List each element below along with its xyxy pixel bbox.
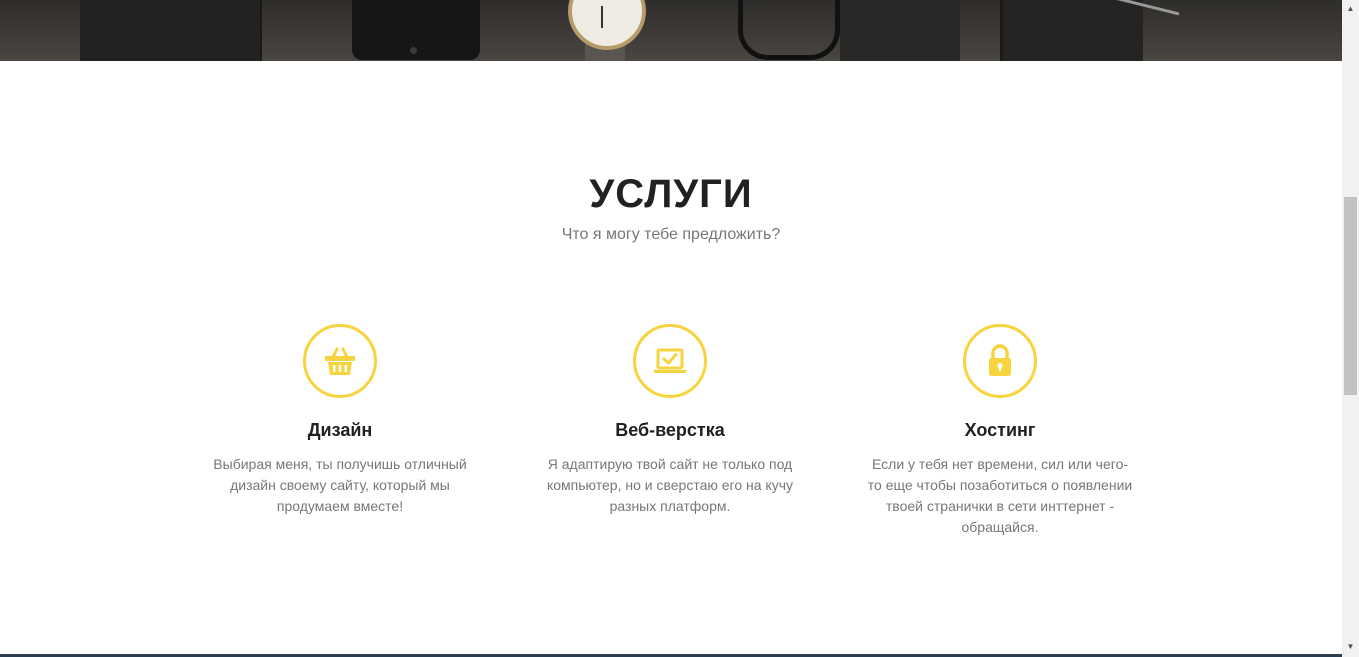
service-description: Я адаптирую твой сайт не только под комп… [546,456,793,514]
service-card-design: Дизайн Выбирая меня, ты получишь отличны… [175,324,505,517]
service-title: Дизайн [307,420,373,440]
hero-notebook-image [840,0,960,61]
basket-icon [303,324,377,398]
service-description: Выбирая меня, ты получишь отличный дизай… [213,456,467,514]
page: УСЛУГИ Что я могу тебе предложить? Дизай… [0,0,1359,657]
hero-watch-image [568,0,646,50]
services-title: УСЛУГИ [589,172,753,216]
hero-phone-camera [410,47,417,54]
hero-photo-strip [0,0,1342,61]
hero-glasses-image [738,0,840,60]
hero-watch-hand [601,6,603,28]
scrollbar-thumb[interactable] [1344,197,1357,395]
service-title: Веб-верстка [615,420,725,440]
hero-wallet-image [80,0,262,61]
hero-bag-image [1000,0,1143,61]
service-description: Если у тебя нет времени, сил или чего-то… [867,456,1133,535]
laptop-check-icon [633,324,707,398]
scroll-down-arrow-icon[interactable]: ▼ [1342,638,1359,655]
service-title: Хостинг [964,420,1036,440]
services-subtitle: Что я могу тебе предложить? [561,226,781,243]
lock-icon [963,324,1037,398]
service-card-layout: Веб-верстка Я адаптирую твой сайт не тол… [505,324,835,517]
service-card-hosting: Хостинг Если у тебя нет времени, сил или… [835,324,1165,538]
scroll-up-arrow-icon[interactable]: ▲ [1342,0,1359,17]
page-scrollbar[interactable]: ▲ ▼ [1342,0,1359,657]
